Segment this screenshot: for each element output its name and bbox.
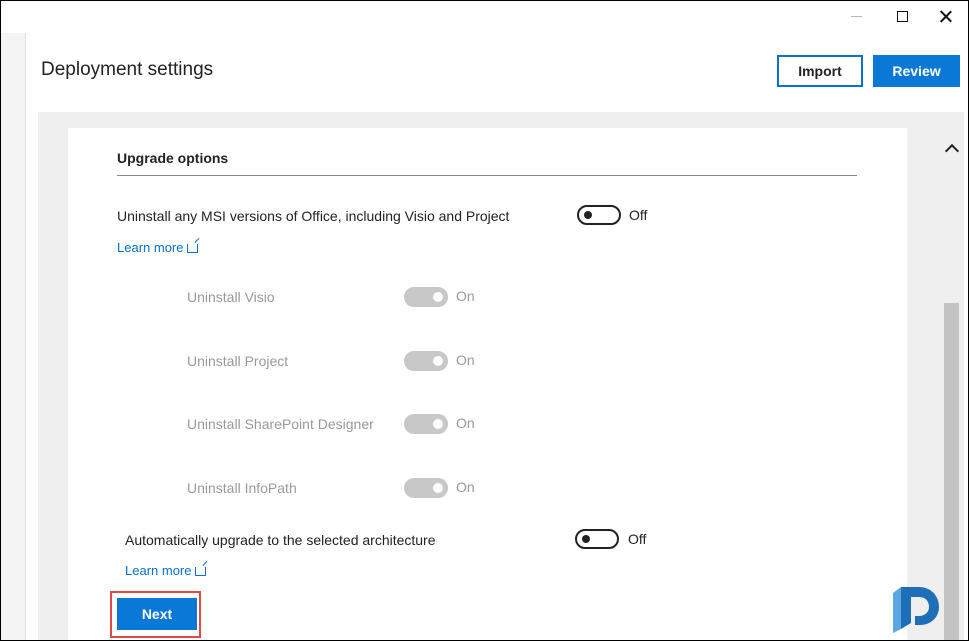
uninstall-visio-toggle — [404, 287, 448, 307]
uninstall-project-state: On — [456, 352, 475, 368]
uninstall-infopath-toggle — [404, 478, 448, 498]
scrollbar-thumb[interactable] — [944, 303, 959, 640]
uninstall-project-toggle — [404, 351, 448, 371]
toggle-knob — [584, 211, 592, 219]
uninstall-infopath-state: On — [456, 479, 475, 495]
uninstall-visio-label: Uninstall Visio — [187, 289, 275, 305]
external-link-icon — [195, 567, 207, 576]
msi-uninstall-label: Uninstall any MSI versions of Office, in… — [117, 208, 510, 224]
toggle-knob — [433, 292, 443, 302]
uninstall-visio-state: On — [456, 288, 475, 304]
page-title: Deployment settings — [41, 59, 214, 80]
arch-upgrade-toggle[interactable] — [575, 529, 619, 549]
toggle-knob — [433, 356, 443, 366]
learn-more-text: Learn more — [117, 240, 184, 255]
import-button[interactable]: Import — [777, 55, 863, 87]
maximize-button[interactable] — [879, 1, 925, 31]
msi-uninstall-toggle[interactable] — [577, 205, 621, 225]
section-divider — [117, 175, 857, 176]
msi-uninstall-state: Off — [629, 207, 648, 223]
review-button[interactable]: Review — [873, 55, 960, 87]
app-window: Deployment settings Import Review Upgrad… — [0, 0, 969, 641]
arch-learn-more-link[interactable]: Learn more — [125, 563, 207, 578]
uninstall-sharepoint-state: On — [456, 415, 475, 431]
arch-upgrade-state: Off — [628, 531, 647, 547]
uninstall-sharepoint-label: Uninstall SharePoint Designer — [187, 416, 374, 432]
external-link-icon — [187, 244, 199, 253]
site-logo-icon — [893, 587, 939, 633]
minimize-icon — [850, 15, 862, 17]
arch-upgrade-label: Automatically upgrade to the selected ar… — [125, 532, 436, 548]
learn-more-text: Learn more — [125, 563, 192, 578]
close-button[interactable] — [923, 1, 968, 31]
scroll-up-button[interactable] — [943, 140, 961, 159]
maximize-icon — [896, 10, 908, 22]
highlight-annotation — [110, 591, 201, 638]
minimize-button[interactable] — [833, 1, 879, 31]
section-title: Upgrade options — [117, 150, 229, 166]
chevron-up-icon — [944, 143, 960, 159]
toggle-knob — [433, 483, 443, 493]
uninstall-project-label: Uninstall Project — [187, 353, 289, 369]
left-nav-strip — [1, 33, 26, 640]
toggle-knob — [433, 419, 443, 429]
uninstall-sharepoint-toggle — [404, 414, 448, 434]
msi-learn-more-link[interactable]: Learn more — [117, 240, 199, 255]
uninstall-infopath-label: Uninstall InfoPath — [187, 480, 297, 496]
toggle-knob — [582, 535, 590, 543]
close-icon — [940, 10, 952, 22]
